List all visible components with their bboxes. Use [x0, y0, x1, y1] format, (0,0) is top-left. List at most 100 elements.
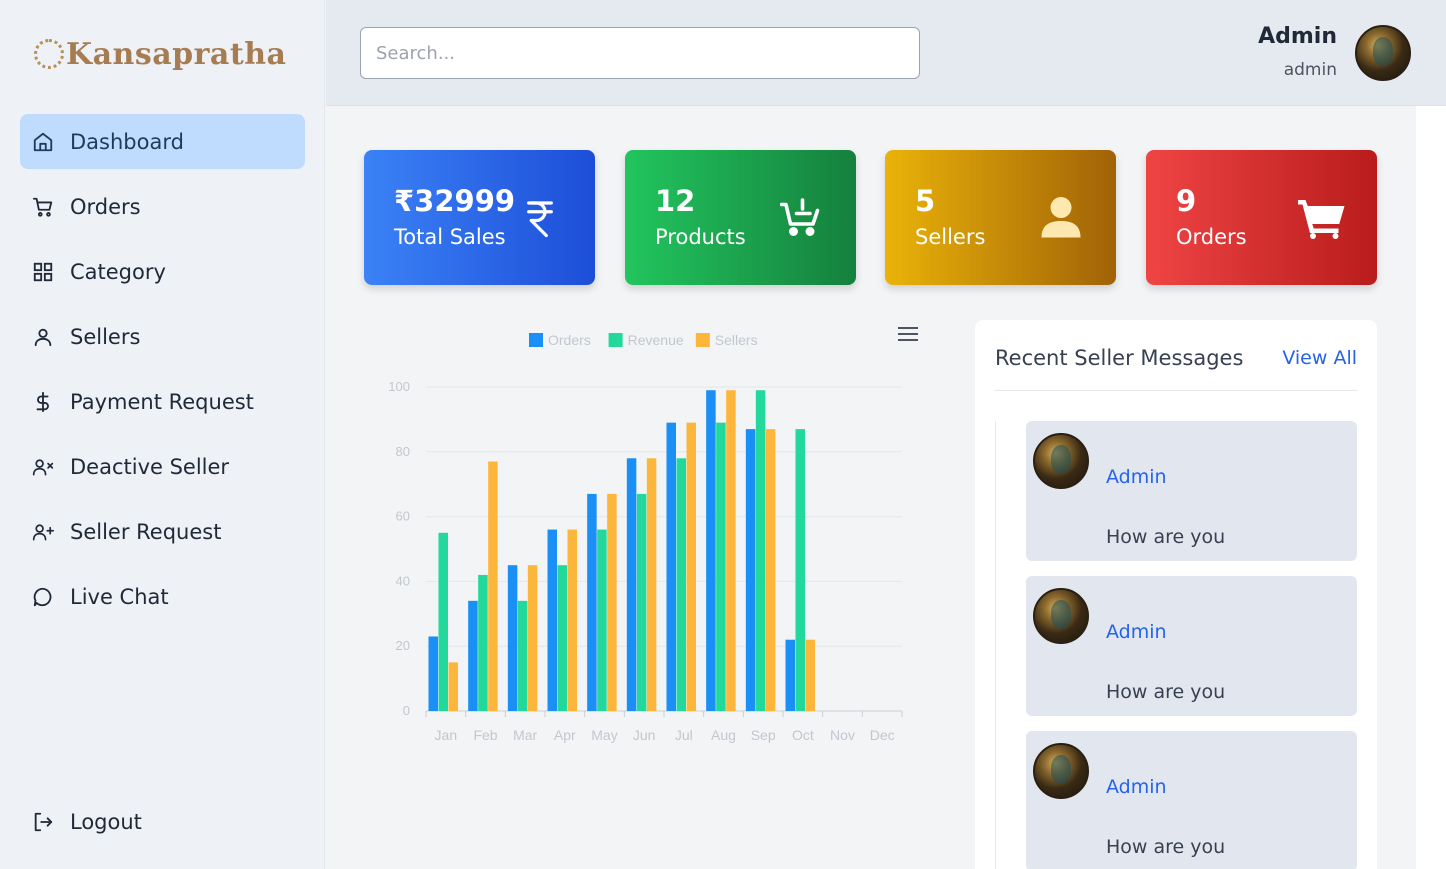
message-sender[interactable]: Admin [1106, 776, 1167, 798]
user-name: Admin [1258, 24, 1337, 49]
brand-logo[interactable]: Kansapratha [34, 34, 286, 74]
stat-value: 9 [1176, 184, 1197, 218]
bar-sellers [646, 458, 657, 711]
bar-sellers [527, 565, 538, 711]
message-card[interactable]: Admin How are you [1026, 731, 1357, 869]
timeline-line [995, 421, 996, 869]
stat-value: 5 [915, 184, 936, 218]
bar-revenue [517, 600, 528, 711]
message-card[interactable]: Admin How are you [1026, 421, 1357, 561]
sidebar-item-label: Payment Request [70, 389, 254, 414]
brand-name: Kansapratha [66, 36, 287, 72]
legend-label: Orders [548, 332, 591, 348]
y-tick-label: 80 [396, 444, 410, 459]
bar-orders [428, 636, 438, 711]
sidebar-item-category[interactable]: Category [20, 244, 305, 299]
bar-orders [587, 493, 597, 711]
sidebar-item-payment-request[interactable]: Payment Request [20, 374, 305, 429]
message-text: How are you [1106, 836, 1226, 858]
recent-messages-panel: Recent Seller Messages View All Admin Ho… [975, 320, 1377, 869]
sidebar-item-deactive-seller[interactable]: Deactive Seller [20, 439, 305, 494]
x-tick-label: Feb [473, 727, 497, 743]
sidebar-item-sellers[interactable]: Sellers [20, 309, 305, 364]
bar-revenue [795, 429, 805, 711]
bar-orders [468, 600, 478, 711]
bar-revenue [716, 422, 726, 711]
grid-icon [32, 261, 54, 283]
user-icon [1036, 195, 1086, 241]
top-header: Admin admin [326, 0, 1446, 106]
avatar [1033, 588, 1089, 644]
sidebar-item-seller-request[interactable]: Seller Request [20, 504, 305, 559]
message-sender[interactable]: Admin [1106, 621, 1167, 643]
sidebar: Kansapratha Dashboard Orders Category Se… [0, 0, 325, 869]
chart-svg: 0 20 40 60 80 100 Jan Feb Mar Apr May Jun Jul Aug Sep O… [388, 332, 903, 743]
legend-swatch [695, 333, 710, 347]
x-tick-label: May [591, 727, 617, 743]
x-tick-label: Jun [633, 727, 656, 743]
bar-orders [626, 458, 637, 711]
cart-icon [32, 196, 54, 218]
message-sender[interactable]: Admin [1106, 466, 1167, 488]
bar-sellers [448, 662, 458, 711]
stat-card-total-sales: ₹32999 Total Sales [364, 150, 595, 285]
bar-revenue [557, 565, 567, 711]
sidebar-item-label: Category [70, 259, 166, 284]
bar-revenue [597, 529, 607, 711]
search-input[interactable] [360, 27, 920, 79]
stat-card-orders: 9 Orders [1146, 150, 1377, 285]
x-tick-label: Jul [675, 727, 693, 743]
user-role: admin [1283, 60, 1337, 80]
x-tick-label: Aug [711, 727, 736, 743]
bar-revenue [755, 390, 766, 711]
rupee-icon [515, 195, 565, 241]
message-card[interactable]: Admin How are you [1026, 576, 1357, 716]
bar-sellers [805, 639, 815, 711]
bar-orders [666, 422, 676, 711]
bar-revenue [478, 574, 488, 711]
x-tick-label: Oct [792, 727, 814, 743]
user-plus-icon [32, 521, 54, 543]
y-tick-label: 0 [403, 703, 410, 718]
stat-value: 12 [655, 184, 696, 218]
logout-label: Logout [70, 809, 142, 834]
legend-label: Revenue [628, 332, 684, 348]
chat-icon [32, 586, 54, 608]
bar-sellers [488, 461, 498, 711]
bar-sellers [726, 390, 736, 711]
y-tick-label: 40 [396, 573, 410, 588]
bar-revenue [676, 458, 686, 711]
sidebar-item-live-chat[interactable]: Live Chat [20, 569, 305, 624]
avatar [1033, 743, 1089, 799]
y-tick-label: 60 [396, 509, 410, 524]
x-tick-label: Mar [513, 727, 537, 743]
x-tick-label: Apr [554, 727, 576, 743]
home-icon [32, 131, 54, 153]
view-all-link[interactable]: View All [1282, 347, 1357, 369]
logout-button[interactable]: Logout [20, 794, 305, 849]
bar-sellers [686, 422, 696, 711]
divider [995, 390, 1357, 391]
y-tick-label: 100 [388, 379, 410, 394]
legend-label: Sellers [715, 332, 758, 348]
chart-menu-icon[interactable] [898, 327, 918, 343]
sidebar-item-label: Seller Request [70, 519, 222, 544]
sidebar-item-label: Sellers [70, 324, 141, 349]
bar-orders [547, 529, 557, 711]
user-icon [32, 326, 54, 348]
bar-revenue [636, 493, 647, 711]
avatar[interactable] [1355, 25, 1411, 81]
y-tick-label: 20 [396, 638, 410, 653]
bar-revenue [438, 532, 448, 711]
bar-sellers [567, 529, 577, 711]
sidebar-item-orders[interactable]: Orders [20, 179, 305, 234]
bar-orders [706, 390, 716, 711]
panel-title: Recent Seller Messages [995, 346, 1244, 370]
bar-sellers [607, 493, 617, 711]
message-text: How are you [1106, 681, 1226, 703]
legend-swatch [608, 333, 623, 347]
dollar-icon [32, 391, 54, 413]
bar-orders [507, 565, 518, 711]
sidebar-item-dashboard[interactable]: Dashboard [20, 114, 305, 169]
legend-swatch [529, 333, 543, 347]
